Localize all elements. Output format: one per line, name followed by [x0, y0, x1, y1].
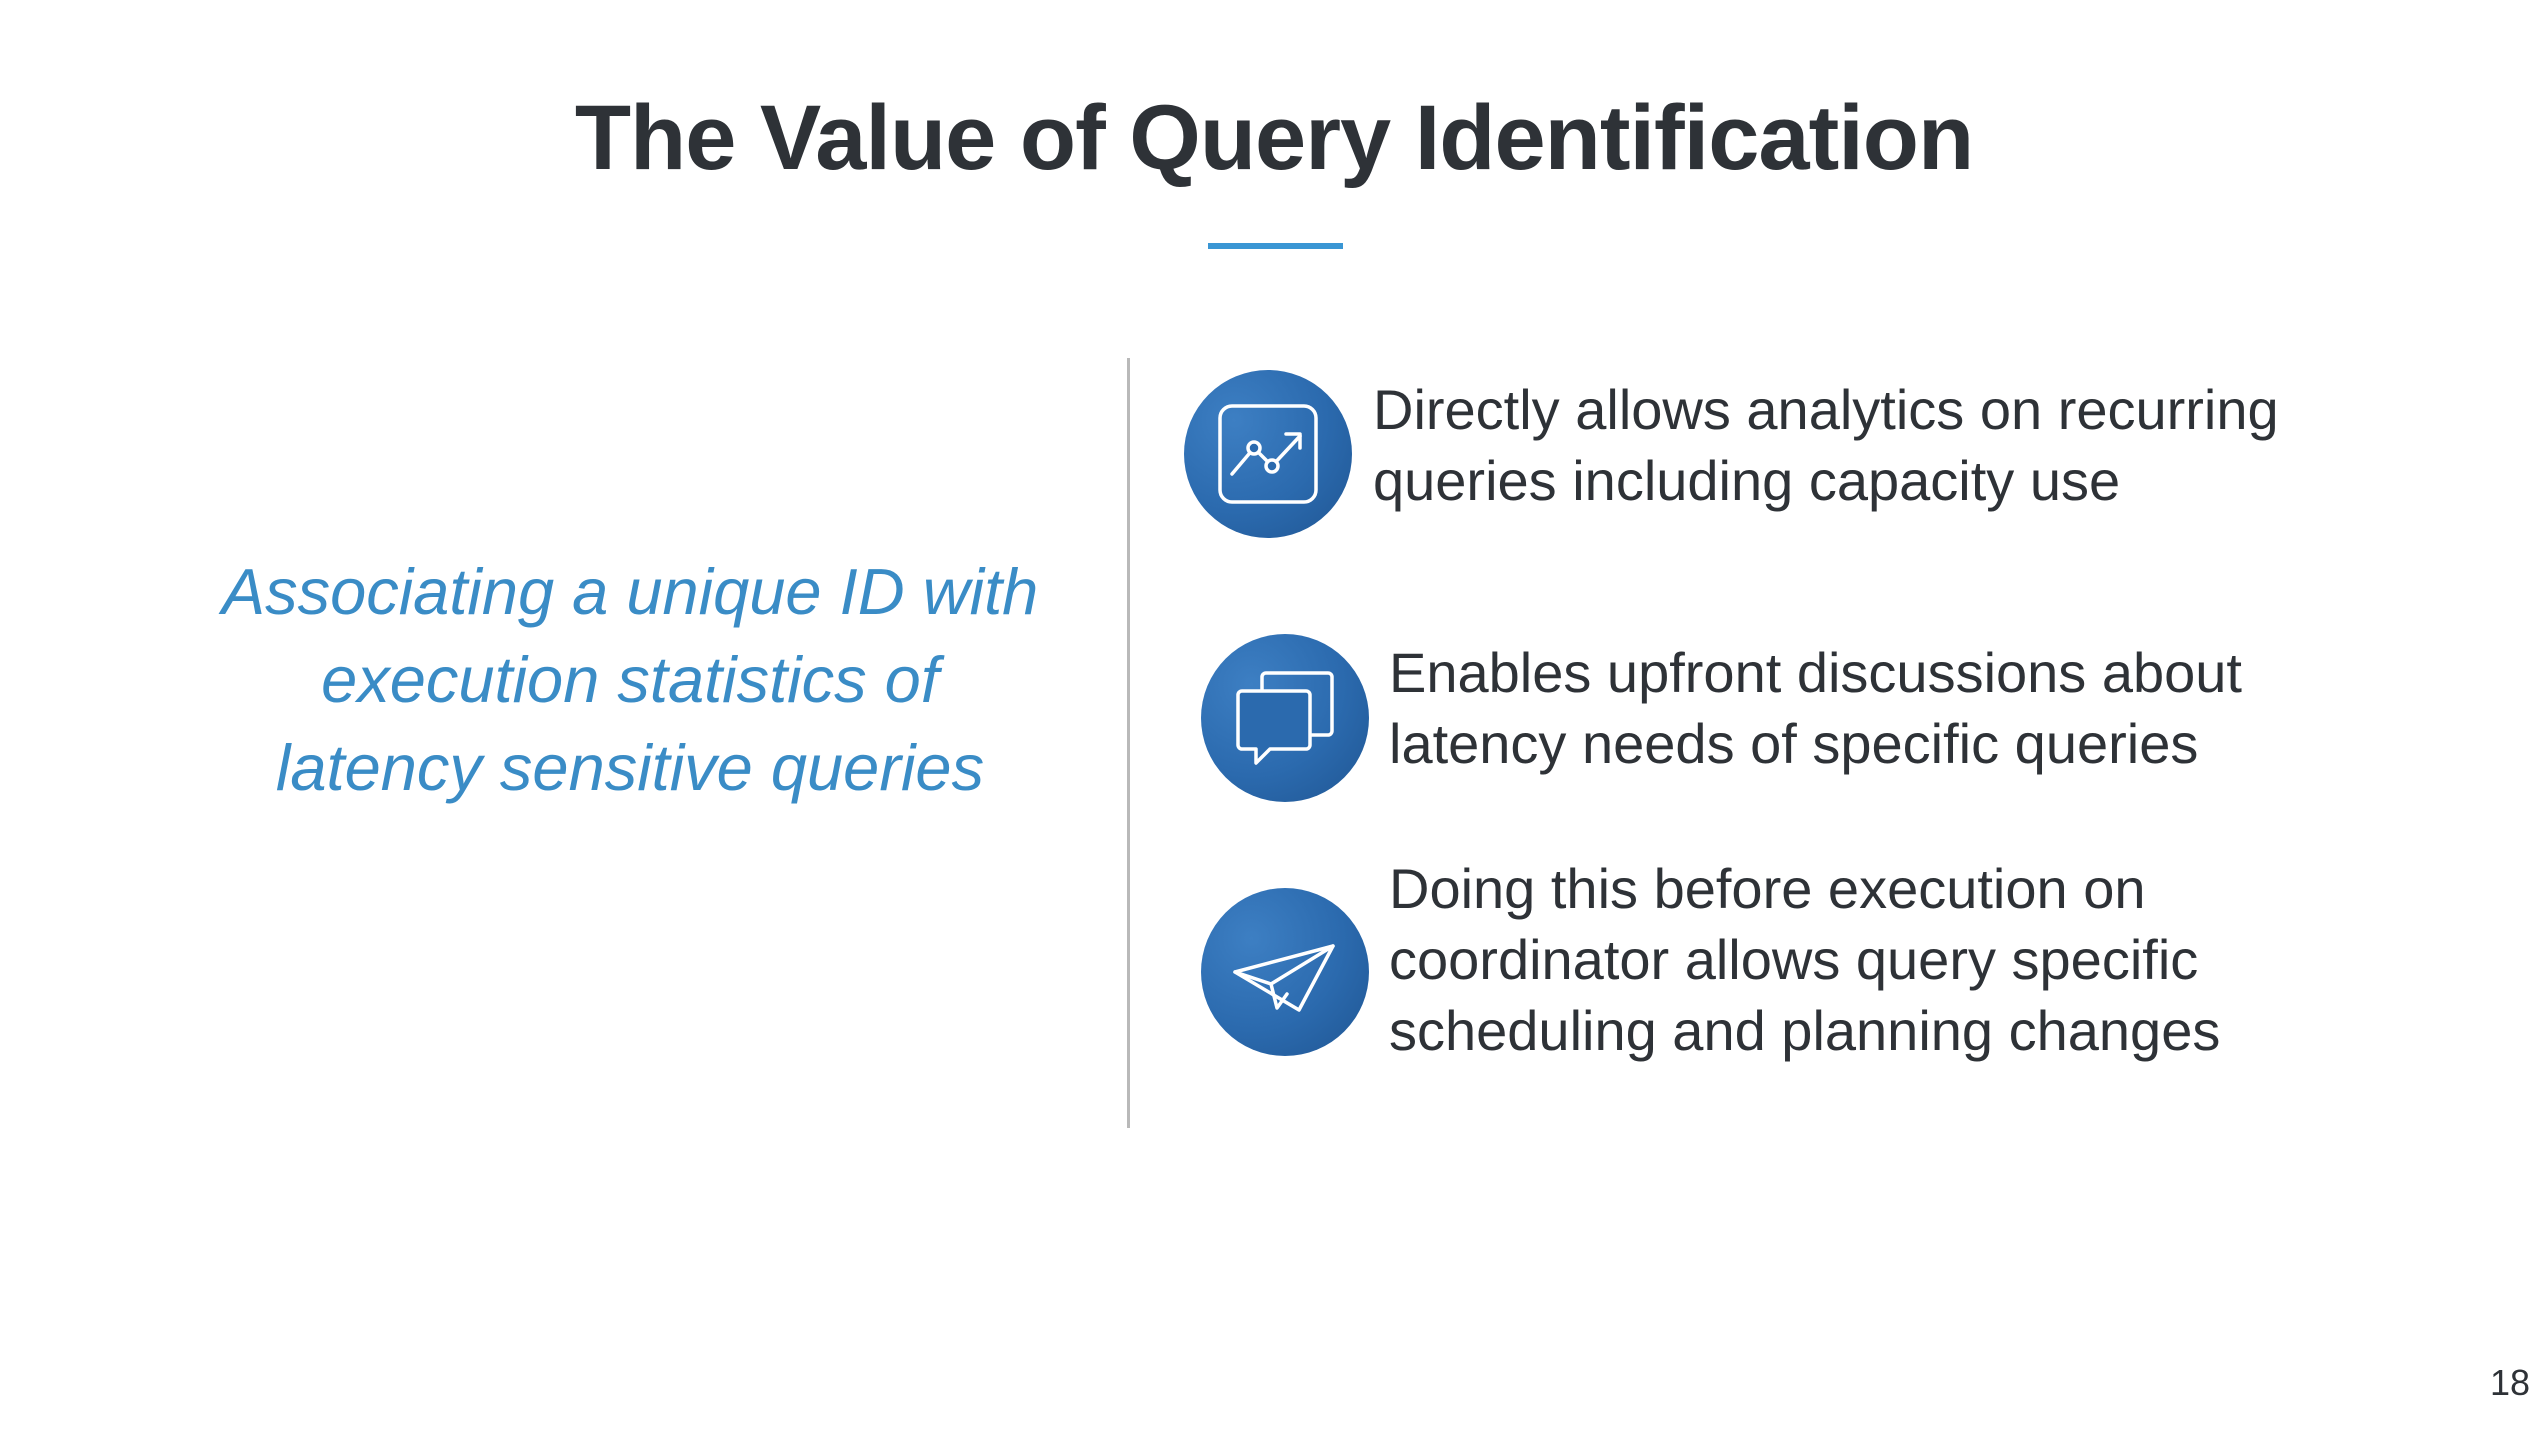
- title-underline: [1208, 243, 1343, 249]
- benefit-text-discussions: Enables upfront discussions about latenc…: [1389, 637, 2242, 779]
- chat-bubbles-icon: [1201, 634, 1369, 802]
- benefit-line: Directly allows analytics on recurring: [1373, 378, 2279, 441]
- benefit-line: Enables upfront discussions about: [1389, 641, 2242, 704]
- benefit-line: queries including capacity use: [1373, 449, 2121, 512]
- paper-plane-icon: [1201, 888, 1369, 1056]
- slide-title: The Value of Query Identification: [574, 87, 1974, 189]
- quote-line-3: latency sensitive queries: [275, 731, 985, 804]
- highlight-quote: Associating a unique ID with execution s…: [150, 548, 1110, 812]
- page-number: 18: [2489, 1362, 2530, 1403]
- analytics-chart-icon: [1184, 370, 1352, 538]
- benefit-line: coordinator allows query specific: [1389, 928, 2199, 991]
- vertical-divider: [1127, 358, 1130, 1128]
- benefit-line: scheduling and planning changes: [1389, 999, 2221, 1062]
- benefit-text-analytics: Directly allows analytics on recurring q…: [1373, 374, 2279, 516]
- quote-line-2: execution statistics of: [321, 643, 939, 716]
- benefit-text-scheduling: Doing this before execution on coordinat…: [1389, 853, 2220, 1066]
- benefit-line: latency needs of specific queries: [1389, 712, 2199, 775]
- quote-line-1: Associating a unique ID with: [221, 555, 1039, 628]
- benefit-line: Doing this before execution on: [1389, 857, 2146, 920]
